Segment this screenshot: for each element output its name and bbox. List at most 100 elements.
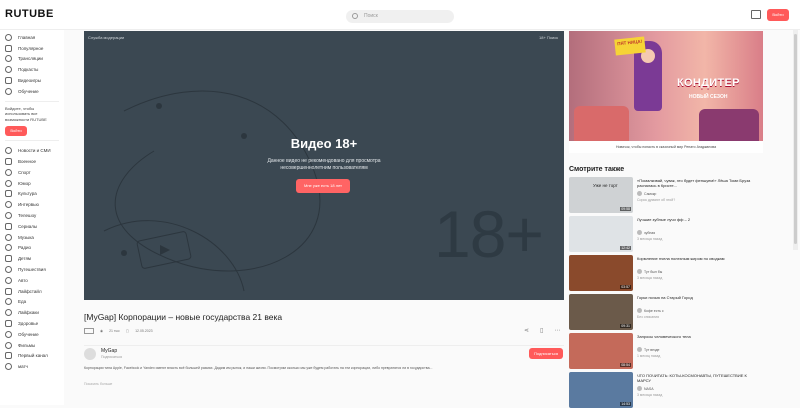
sidebar-item[interactable]: Трансляции (0, 54, 64, 65)
sidebar-item[interactable]: Фильмы (0, 340, 64, 351)
related-title: Смотрите также (569, 166, 625, 173)
sidebar-item-label: Радио (18, 245, 31, 251)
sidebar-item[interactable]: Сериалы (0, 221, 64, 232)
related-channel[interactable]: зубная (637, 230, 655, 235)
sidebar-item[interactable]: Обучение (0, 329, 64, 340)
video-meta: ◉ 21 тыс ▢ 12.05.2023 (84, 328, 153, 334)
publish-date: 12.05.2023 (135, 329, 153, 333)
sidebar-item[interactable]: Популярное (0, 43, 64, 54)
related-video[interactable]: 08:54 Запросы человеческого тела Тут везде… (569, 333, 763, 369)
sidebar-item[interactable]: Интервью (0, 199, 64, 210)
sidebar-item[interactable]: Музыка (0, 232, 64, 243)
car-icon (5, 276, 12, 284)
sidebar-item-label: Фильмы (18, 342, 36, 348)
age-warning-title: Видео 18+ (290, 136, 358, 151)
clapper-icon (5, 341, 12, 349)
sidebar-item[interactable]: Юмор (0, 178, 64, 189)
promo-banner[interactable]: ПЯТ НИЦА! КОНДИТЕР НОВЫЙ СЕЗОН (569, 31, 763, 151)
sidebar-item[interactable]: Детям (0, 253, 64, 264)
cap-icon (5, 330, 12, 338)
channel-avatar[interactable] (84, 348, 96, 360)
podcast-icon (5, 66, 12, 74)
related-video-title[interactable]: «Помалкивай, чувак, это будет феншуем!» … (637, 178, 761, 188)
sidebar-item[interactable]: Лайфхаки (0, 307, 64, 318)
sidebar-login-button[interactable]: Войти (5, 126, 27, 137)
related-video[interactable]: 09:31 Горки ночью на Старый Город Кофе ест… (569, 294, 763, 330)
related-channel[interactable]: Тут был бы (637, 269, 662, 274)
banner-caption[interactable]: Новичок, чтобы попасть в сказочный мир Р… (569, 141, 763, 153)
moderation-label: Служба модерации (88, 35, 125, 40)
share-icon[interactable]: ⋖ (524, 327, 529, 334)
sidebar-item[interactable]: Культура (0, 188, 64, 199)
sidebar-item-label: Путешествия (18, 266, 46, 272)
related-channel[interactable]: Самокр (637, 191, 656, 196)
related-video-title[interactable]: Лучшие зубные лучи фф – 2 (637, 217, 761, 222)
rutube-logo[interactable]: RUTUBE (5, 8, 54, 20)
banner-logo: ПЯТ НИЦА! (614, 36, 646, 56)
scrollbar-thumb[interactable] (794, 34, 797, 244)
search-input[interactable]: Поиск (346, 10, 454, 23)
sidebar-item[interactable]: Первый канал (0, 350, 64, 361)
video-player[interactable]: Служба модерации 18+ Поиск Видео 18+ Дан… (84, 31, 564, 300)
sidebar-item-label: Популярное (18, 45, 44, 51)
view-count: 21 тыс (109, 329, 120, 333)
sidebar-item[interactable]: Подкасты (0, 64, 64, 75)
sidebar-item[interactable]: Видеоигры (0, 75, 64, 86)
related-channel[interactable]: NASA (637, 386, 654, 391)
video-thumbnail[interactable]: 12:42 (569, 216, 633, 252)
subscribe-button[interactable]: Подписаться (529, 348, 563, 359)
related-channel-name: Тут везде (644, 347, 660, 352)
channel-name[interactable]: MyGap (101, 348, 117, 354)
related-video-title[interactable]: Горки ночью на Старый Город (637, 295, 761, 300)
sidebar-item[interactable]: Главная (0, 32, 64, 43)
related-channel[interactable]: Тут везде (637, 347, 659, 352)
video-thumbnail[interactable]: 14:53 (569, 372, 633, 408)
sidebar-item-label: Телешоу (18, 212, 37, 218)
news-icon (5, 147, 12, 155)
login-button[interactable]: Войти (767, 9, 789, 21)
sidebar-item[interactable]: Лайфстайл (0, 286, 64, 297)
show-more-link[interactable]: Показать больше (84, 382, 112, 386)
globe-icon (5, 265, 12, 273)
sidebar-item[interactable]: Военное (0, 156, 64, 167)
channel-avatar (637, 191, 642, 196)
sidebar-item[interactable]: Еда (0, 296, 64, 307)
more-icon[interactable]: ⋯ (554, 327, 560, 334)
related-video[interactable]: Уже не торт 09:58 «Помалкивай, чувак, это … (569, 177, 763, 213)
video-thumbnail[interactable]: 08:54 (569, 333, 633, 369)
video-thumbnail[interactable]: 09:31 (569, 294, 633, 330)
sidebar-item-label: Юмор (18, 180, 31, 186)
radio-icon (5, 244, 12, 252)
related-video-meta: 3 месяца назад (637, 276, 663, 280)
sidebar-item[interactable]: Новости и СМИ (0, 145, 64, 156)
video-title: [MyGap] Корпорации – новые государства 2… (84, 312, 283, 322)
sidebar-item[interactable]: Обучение (0, 86, 64, 97)
related-video-meta: 1 месяц назад (637, 354, 661, 358)
match-icon (5, 363, 12, 371)
video-duration: 08:54 (620, 363, 631, 367)
sidebar-item[interactable]: Путешествия (0, 264, 64, 275)
related-video-title[interactable]: Запросы человеческого тела (637, 334, 761, 339)
bookmark-icon[interactable]: ▯ (540, 327, 543, 334)
related-video[interactable]: 12:42 Лучшие зубные лучи фф – 2 зубная 3 ме… (569, 216, 763, 252)
broadcast-icon (5, 55, 12, 63)
channel-avatar (637, 386, 642, 391)
age-watermark: 18+ (434, 197, 544, 271)
video-thumbnail[interactable]: 03:57 (569, 255, 633, 291)
related-video-title[interactable]: Кормление пчела полезным жиром по сводка… (637, 256, 761, 261)
age-confirm-button[interactable]: Мне уже есть 18 лет (296, 179, 350, 193)
sidebar-item[interactable]: Радио (0, 242, 64, 253)
related-channel[interactable]: Кофе есть с (637, 308, 664, 313)
related-video[interactable]: 14:53 ЧТО ПОЧИТАТЬ: КОТЫ-КОСМОНАВТЫ, ПУТЕ… (569, 372, 763, 408)
upload-icon[interactable] (751, 10, 761, 19)
sidebar-item[interactable]: Авто (0, 275, 64, 286)
sidebar-item[interactable]: Здоровье (0, 318, 64, 329)
related-video[interactable]: 03:57 Кормление пчела полезным жиром по с… (569, 255, 763, 291)
video-thumbnail[interactable]: Уже не торт 09:58 (569, 177, 633, 213)
related-video-title[interactable]: ЧТО ПОЧИТАТЬ: КОТЫ-КОСМОНАВТЫ, ПУТЕШЕСТВ… (637, 373, 761, 383)
sidebar-item[interactable]: матч (0, 361, 64, 372)
sidebar-item-label: Обучение (18, 88, 39, 94)
sidebar-item[interactable]: Телешоу (0, 210, 64, 221)
sidebar-item[interactable]: Спорт (0, 167, 64, 178)
scrollbar[interactable] (793, 30, 798, 250)
